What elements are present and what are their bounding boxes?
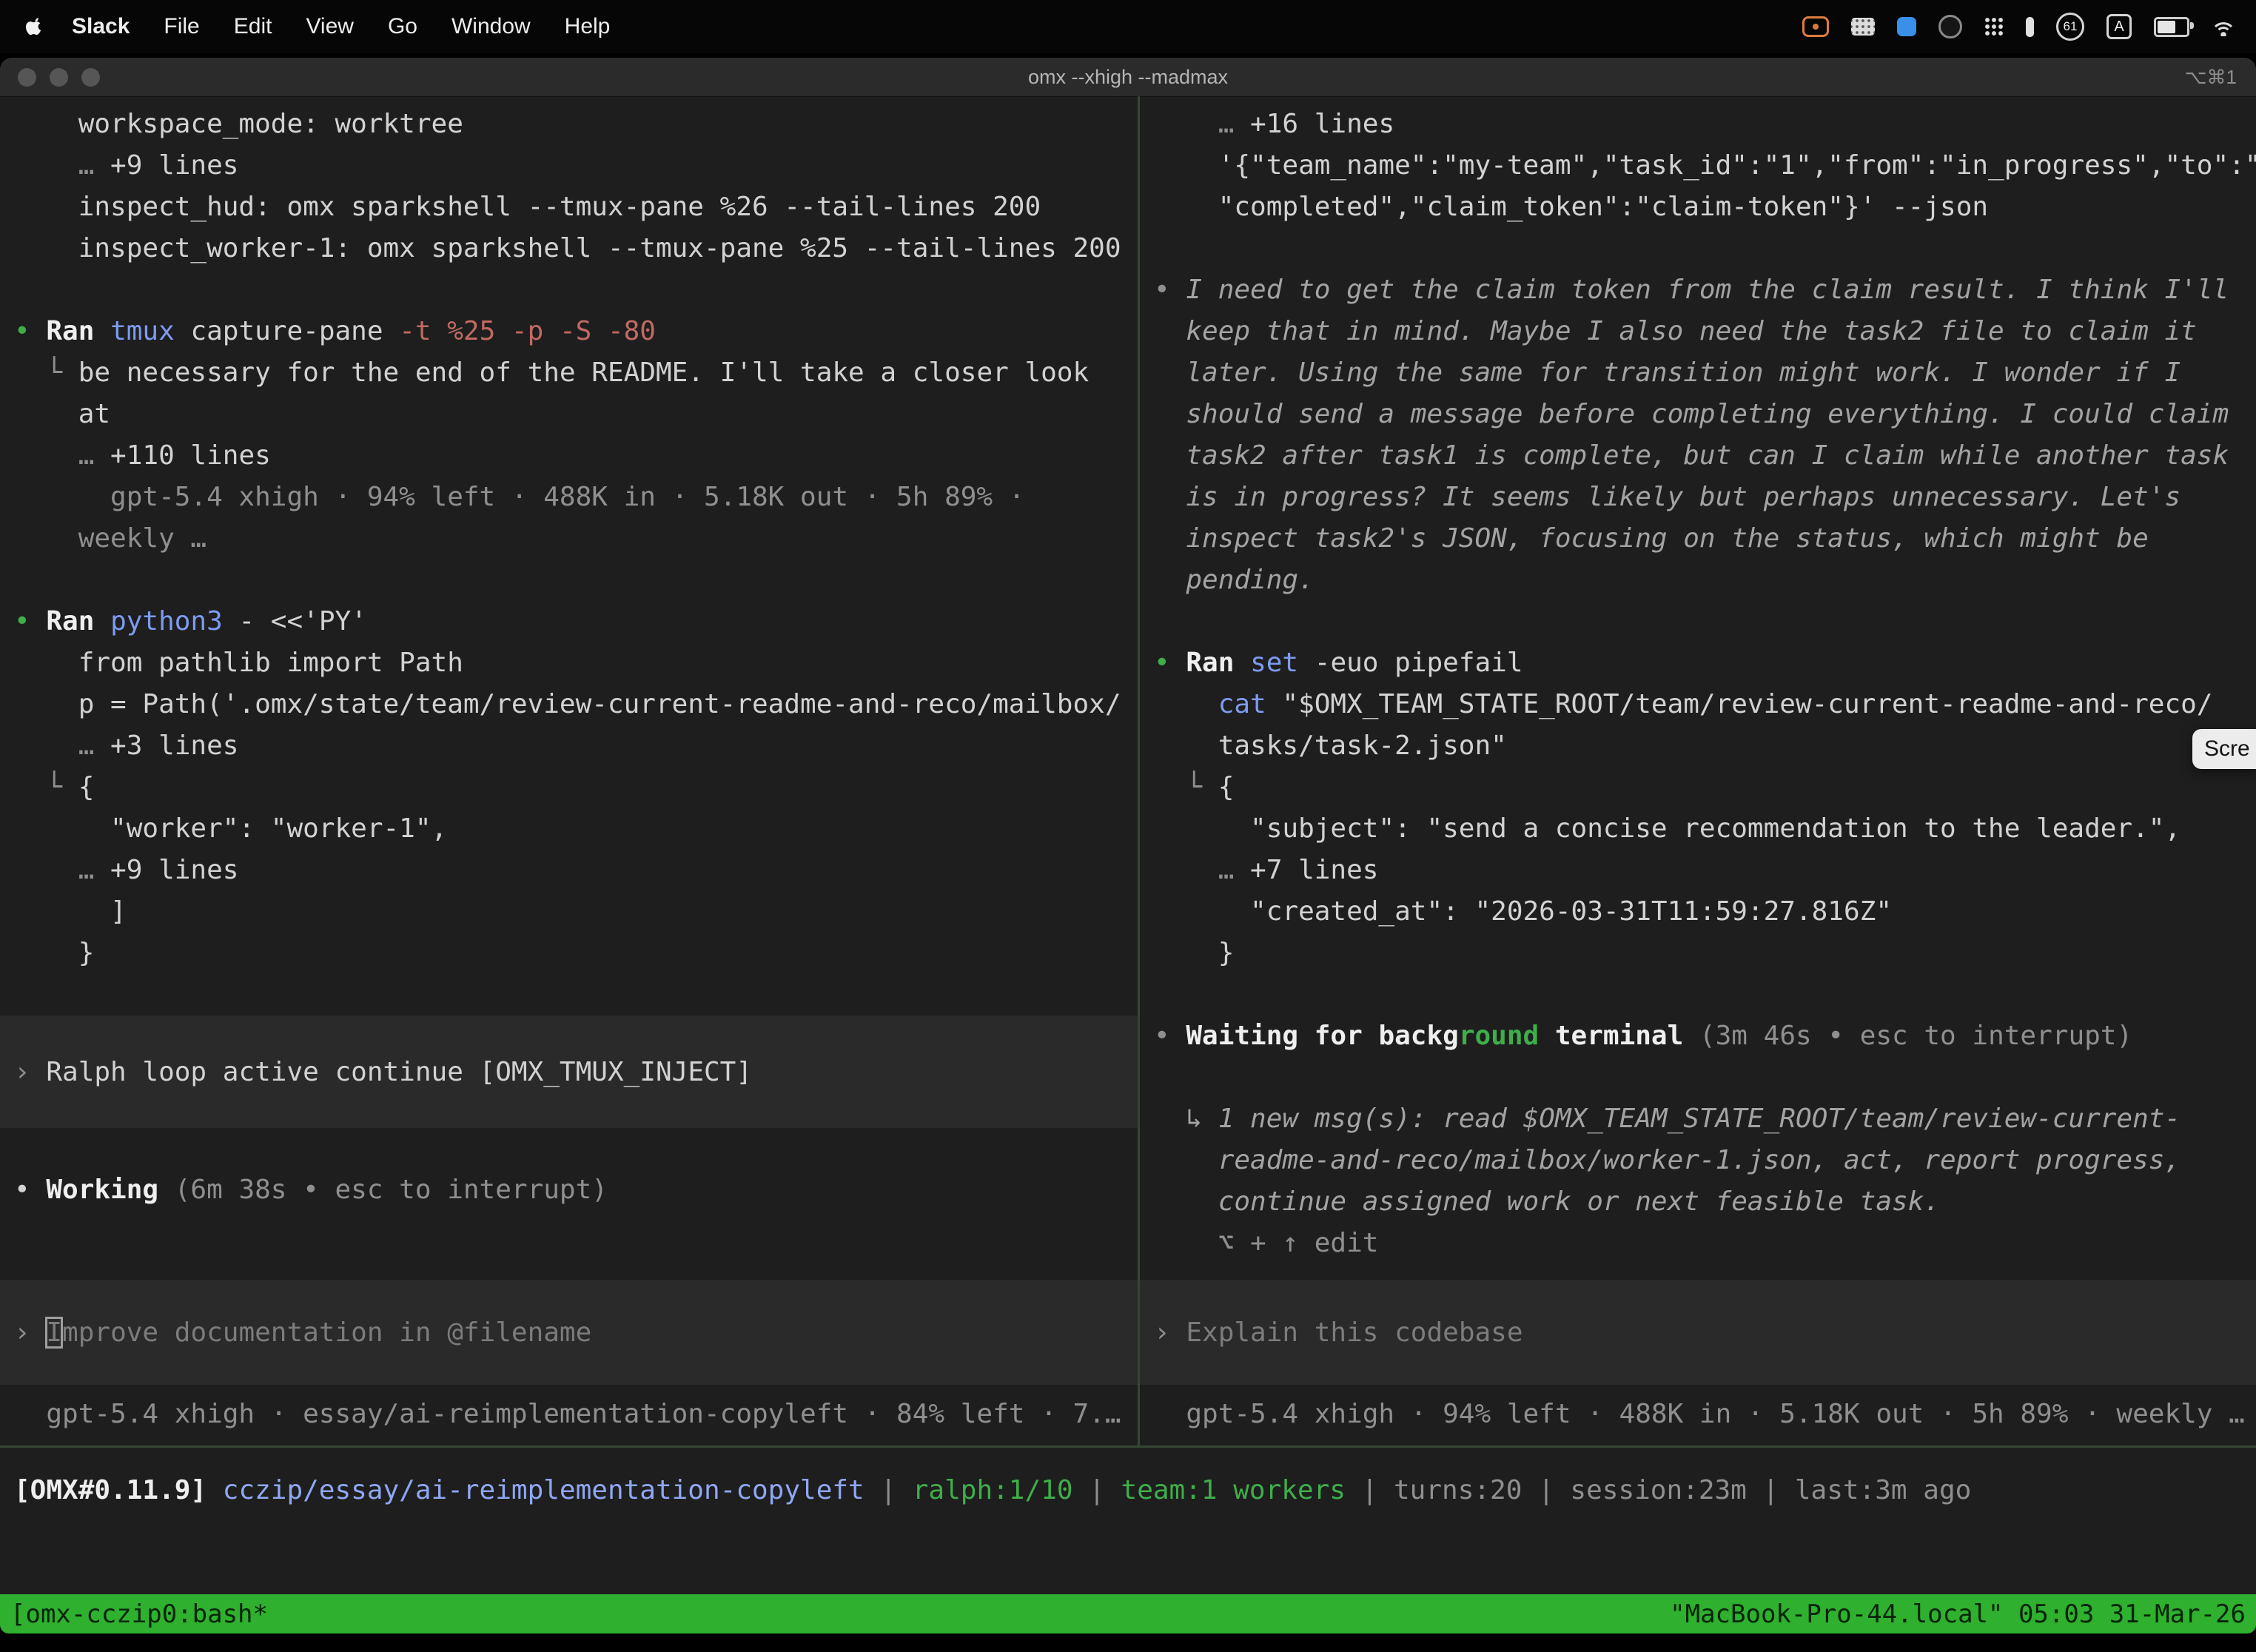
battery-icon[interactable] (2154, 17, 2189, 37)
terminal-line: ↳ 1 new msg(s): read $OMX_TEAM_STATE_ROO… (1154, 1098, 2256, 1140)
injected-prompt-line: › Ralph loop active continue [OMX_TMUX_I… (0, 1015, 1138, 1128)
terminal-line: } (14, 933, 1138, 974)
screenshot-thumbnail-popup[interactable]: Scre (2192, 729, 2256, 769)
menu-items: SlackFileEditViewGoWindowHelp (55, 0, 627, 53)
terminal-line: gpt-5.4 xhigh · 94% left · 488K in · 5.1… (14, 477, 1138, 518)
terminal-window: omx --xhigh --madmax ⌥⌘1 workspace_mode:… (0, 58, 2256, 1633)
terminal-line: inspect task2's JSON, focusing on the st… (1154, 518, 2256, 560)
battery-percent-icon[interactable]: 61 (2056, 13, 2084, 41)
terminal-line: • I need to get the claim token from the… (1154, 269, 2256, 311)
tmux-status-bar: [omx-cczip0:bash* "MacBook-Pro-44.local"… (0, 1594, 2256, 1633)
terminal-line: "completed","claim_token":"claim-token"}… (1154, 187, 2256, 228)
menu-item-window[interactable]: Window (434, 0, 548, 53)
terminal-line: └ { (14, 767, 1138, 808)
terminal-line (1154, 601, 2256, 642)
tmux-host-clock: "MacBook-Pro-44.local" 05:03 31-Mar-26 (1670, 1599, 2246, 1629)
terminal-line: ⌥ + ↑ edit (1154, 1223, 2256, 1264)
terminal-line: … +9 lines (14, 145, 1138, 187)
apple-menu-icon[interactable] (25, 16, 44, 38)
terminal-line: } (1154, 933, 2256, 974)
terminal-line: … +7 lines (1154, 850, 2256, 891)
menu-item-help[interactable]: Help (548, 0, 628, 53)
terminal-line: inspect_worker-1: omx sparkshell --tmux-… (14, 228, 1138, 269)
terminal-line: ] (14, 891, 1138, 933)
window-shortcut-hint: ⌥⌘1 (2185, 58, 2237, 96)
input-source-icon[interactable]: A (2106, 14, 2132, 39)
screen-recording-icon[interactable] (1802, 16, 1829, 37)
left-pane-status-lines: • Working (6m 38s • esc to interrupt) (14, 1128, 1138, 1211)
terminal-line (1154, 228, 2256, 269)
prompt-input-left[interactable]: › Improve documentation in @filename (0, 1280, 1138, 1385)
terminal-line: at (14, 394, 1138, 435)
terminal-line: pending. (1154, 560, 2256, 601)
terminal-line: • Ran set -euo pipefail (1154, 642, 2256, 684)
menu-item-view[interactable]: View (289, 0, 370, 53)
left-pane-footer: gpt-5.4 xhigh · essay/ai-reimplementatio… (14, 1394, 1138, 1435)
terminal-content: workspace_mode: worktree … +9 lines insp… (0, 96, 2256, 1446)
menu-item-go[interactable]: Go (371, 0, 434, 53)
terminal-line: … +16 lines (1154, 104, 2256, 145)
tmux-pane-left[interactable]: workspace_mode: worktree … +9 lines insp… (0, 96, 1138, 1446)
terminal-line: should send a message before completing … (1154, 394, 2256, 435)
terminal-line (1154, 1057, 2256, 1098)
terminal-line: … +9 lines (14, 850, 1138, 891)
terminal-line: keep that in mind. Maybe I also need the… (1154, 311, 2256, 352)
terminal-line (14, 974, 1138, 1015)
menu-item-edit[interactable]: Edit (217, 0, 289, 53)
left-pane-scrollback: workspace_mode: worktree … +9 lines insp… (14, 104, 1138, 1015)
terminal-line: workspace_mode: worktree (14, 104, 1138, 145)
menu-bar: SlackFileEditViewGoWindowHelp 61 A (0, 0, 2256, 53)
window-titlebar: omx --xhigh --madmax ⌥⌘1 (0, 58, 2256, 97)
terminal-line (14, 269, 1138, 311)
terminal-line: weekly … (14, 518, 1138, 560)
terminal-line: • Ran python3 - <<'PY' (14, 601, 1138, 642)
terminal-line: … +110 lines (14, 435, 1138, 477)
terminal-line: • Waiting for background terminal (3m 46… (1154, 1015, 2256, 1057)
wifi-icon[interactable] (2212, 17, 2235, 36)
terminal-line: cat "$OMX_TEAM_STATE_ROOT/team/review-cu… (1154, 684, 2256, 725)
tmux-pane-right[interactable]: … +16 lines '{"team_name":"my-team","tas… (1140, 96, 2256, 1446)
menu-status-icons: 61 A (1802, 0, 2256, 53)
terminal-line: continue assigned work or next feasible … (1154, 1181, 2256, 1223)
screenshot-popup-label: Scre (2204, 736, 2250, 762)
tmux-session-label: [omx-cczip0:bash* (10, 1599, 268, 1629)
window-title: omx --xhigh --madmax (0, 58, 2256, 96)
terminal-line (14, 1128, 1138, 1169)
terminal-line (1154, 974, 2256, 1015)
dots-grid-icon[interactable] (1984, 17, 2004, 36)
terminal-line: • Working (6m 38s • esc to interrupt) (14, 1169, 1138, 1211)
terminal-line: … +3 lines (14, 725, 1138, 767)
prompt-input-right[interactable]: › Explain this codebase (1140, 1280, 2256, 1385)
menu-item-file[interactable]: File (147, 0, 216, 53)
stand-icon[interactable] (2026, 17, 2034, 37)
terminal-line: later. Using the same for transition mig… (1154, 352, 2256, 394)
terminal-line: task2 after task1 is complete, but can I… (1154, 435, 2256, 477)
terminal-line: "subject": "send a concise recommendatio… (1154, 808, 2256, 850)
menu-item-slack[interactable]: Slack (55, 0, 147, 53)
dark-app-icon[interactable] (1938, 15, 1962, 38)
omx-hud-status-line: [OMX#0.11.9] cczip/essay/ai-reimplementa… (0, 1448, 2256, 1594)
terminal-line (14, 560, 1138, 601)
right-pane-scrollback: … +16 lines '{"team_name":"my-team","tas… (1154, 104, 2256, 1264)
terminal-line: └ { (1154, 767, 2256, 808)
terminal-line: from pathlib import Path (14, 642, 1138, 684)
swift-app-icon[interactable] (1897, 17, 1916, 36)
right-pane-footer: gpt-5.4 xhigh · 94% left · 488K in · 5.1… (1154, 1394, 2256, 1435)
terminal-line: └ be necessary for the end of the README… (14, 352, 1138, 394)
terminal-line: readme-and-reco/mailbox/worker-1.json, a… (1154, 1140, 2256, 1181)
terminal-line: • Ran tmux capture-pane -t %25 -p -S -80 (14, 311, 1138, 352)
menu-bar-left: SlackFileEditViewGoWindowHelp (0, 0, 627, 53)
terminal-line: '{"team_name":"my-team","task_id":"1","f… (1154, 145, 2256, 187)
keyboard-icon[interactable] (1851, 18, 1875, 36)
terminal-line: "created_at": "2026-03-31T11:59:27.816Z" (1154, 891, 2256, 933)
terminal-line: is in progress? It seems likely but perh… (1154, 477, 2256, 518)
terminal-line: "worker": "worker-1", (14, 808, 1138, 850)
terminal-line: inspect_hud: omx sparkshell --tmux-pane … (14, 187, 1138, 228)
terminal-line: tasks/task-2.json" (1154, 725, 2256, 767)
terminal-line: p = Path('.omx/state/team/review-current… (14, 684, 1138, 725)
